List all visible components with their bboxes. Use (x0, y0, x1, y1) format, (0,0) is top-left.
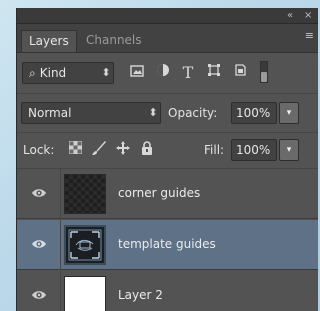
image-filter-icon[interactable] (127, 63, 147, 83)
layer-name[interactable]: corner guides (118, 183, 200, 203)
blend-options-bar: Normal ⬍ Opacity: 100% ▾ (17, 94, 318, 133)
type-filter-icon[interactable]: T (178, 63, 198, 83)
fill-input[interactable]: 100% (231, 139, 277, 161)
opacity-dropdown-button[interactable]: ▾ (279, 102, 299, 124)
eye-icon[interactable] (31, 286, 51, 302)
eye-icon[interactable] (31, 184, 51, 200)
panel-menu-icon[interactable]: ≡ (305, 30, 314, 42)
smart-object-filter-icon[interactable] (230, 63, 250, 83)
lock-all-icon[interactable] (137, 140, 157, 160)
layer-name[interactable]: Layer 2 (118, 285, 163, 305)
fill-label: Fill: (204, 143, 225, 157)
opacity-input[interactable]: 100% (231, 102, 277, 124)
filter-kind-label: Kind (39, 66, 67, 80)
panel-tabs: Layers Channels ≡ (17, 24, 318, 53)
panel-titlebar: « × (17, 8, 318, 24)
chevron-down-icon: ▾ (286, 108, 292, 118)
layer-name[interactable]: template guides (118, 234, 216, 254)
fill-dropdown-button[interactable]: ▾ (279, 139, 299, 161)
layer-row-corner-guides[interactable]: corner guides (17, 169, 318, 219)
lock-image-pixels-icon[interactable] (89, 140, 109, 160)
layer-row-template-guides[interactable]: template guides (17, 220, 318, 270)
opacity-label: Opacity: (168, 106, 218, 120)
shape-filter-icon[interactable] (204, 63, 224, 83)
chevron-down-icon: ▾ (286, 145, 292, 155)
layer-row-layer-2[interactable]: Layer 2 (17, 271, 318, 311)
adjustment-filter-icon[interactable] (153, 63, 173, 83)
lock-transparent-pixels-icon[interactable] (65, 140, 85, 160)
filter-kind-select[interactable]: ⌕ Kind ⬍ (22, 62, 114, 84)
lock-label: Lock: (23, 143, 55, 157)
stepper-icon: ⬍ (101, 66, 111, 79)
layer-thumbnail (64, 276, 106, 311)
tab-layers[interactable]: Layers (21, 30, 77, 52)
close-icon[interactable]: × (304, 9, 312, 22)
layers-panel: « × Layers Channels ≡ ⌕ Kind ⬍ T Normal … (16, 8, 318, 311)
eye-icon[interactable] (31, 235, 51, 251)
search-icon: ⌕ (29, 66, 36, 80)
collapse-icon[interactable]: « (287, 9, 293, 22)
lock-options-bar: Lock: Fill: 100% ▾ (17, 133, 318, 169)
stepper-icon: ⬍ (148, 106, 158, 119)
layer-thumbnail (64, 225, 106, 265)
lock-position-icon[interactable] (113, 140, 133, 160)
blend-mode-value: Normal (28, 106, 72, 120)
filter-toggle-icon[interactable] (257, 60, 271, 85)
tab-channels[interactable]: Channels (79, 30, 149, 52)
layer-filter-bar: ⌕ Kind ⬍ T (17, 53, 318, 94)
layer-thumbnail (64, 174, 106, 214)
blend-mode-select[interactable]: Normal ⬍ (21, 102, 161, 124)
